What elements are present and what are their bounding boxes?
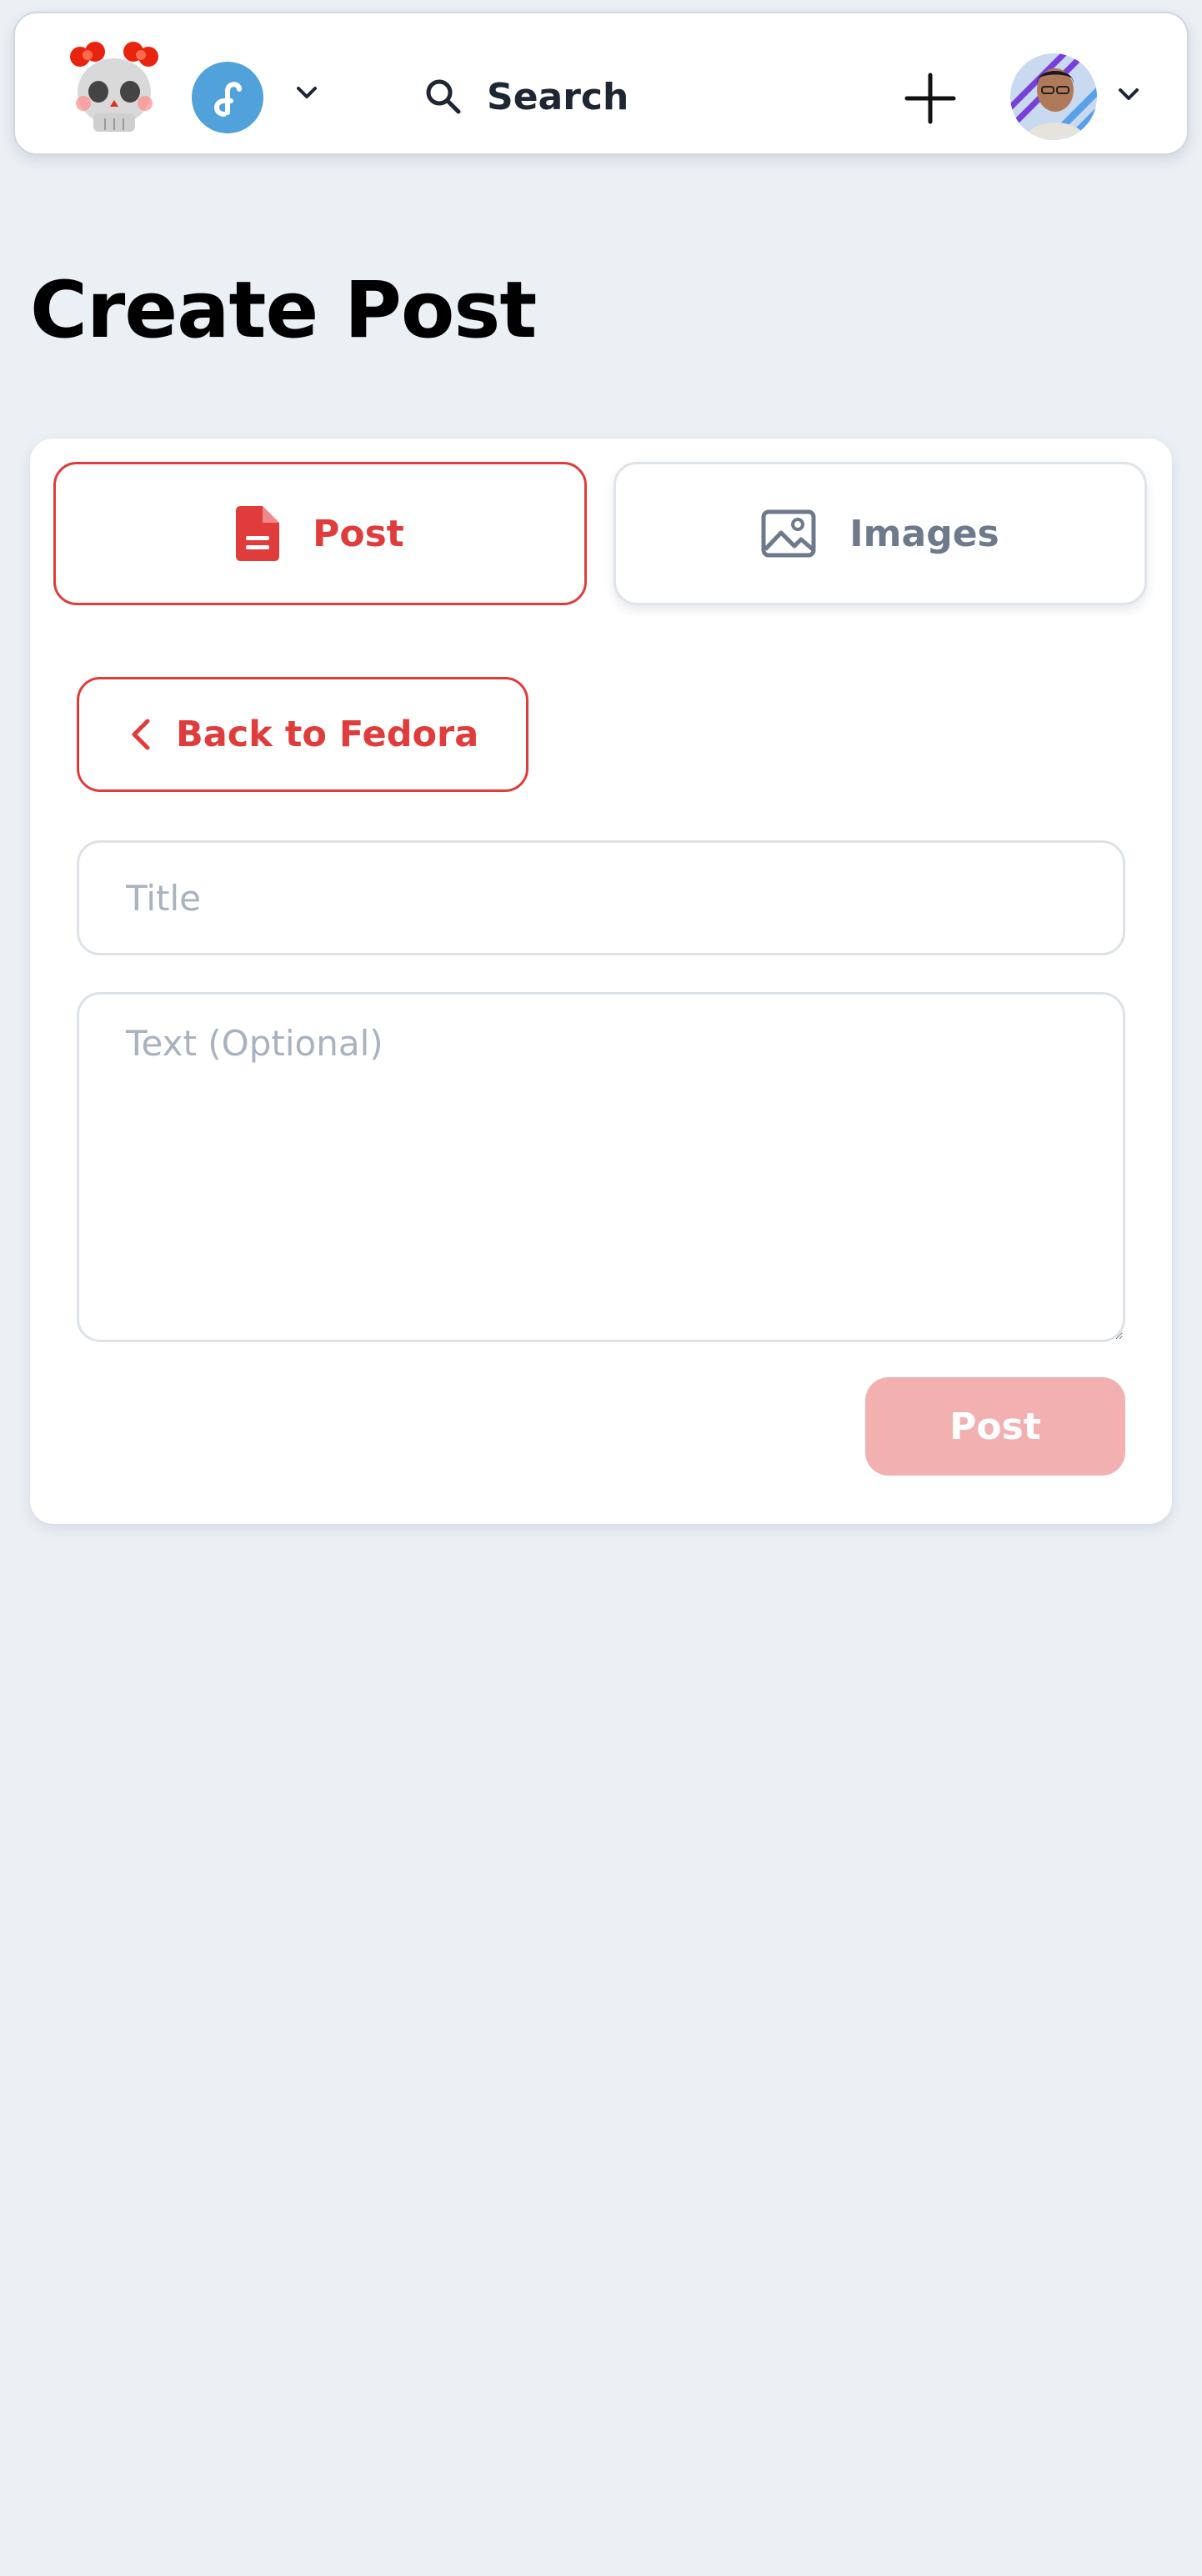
document-icon — [236, 506, 280, 561]
page-title: Create Post — [30, 265, 537, 356]
chevron-down-icon[interactable] — [295, 85, 318, 102]
chevron-down-icon[interactable] — [1117, 87, 1140, 103]
top-navigation-bar: Search — [13, 12, 1189, 155]
tab-post[interactable]: Post — [53, 462, 587, 605]
submit-post-button[interactable]: Post — [865, 1377, 1125, 1476]
back-button-label: Back to Fedora — [176, 714, 479, 755]
community-avatar-fedora[interactable] — [192, 62, 263, 133]
tab-images[interactable]: Images — [614, 462, 1147, 605]
tab-images-label: Images — [849, 512, 999, 555]
search-label: Search — [487, 75, 629, 118]
fedora-logo-icon — [214, 82, 242, 117]
user-photo-icon — [1010, 53, 1097, 140]
image-icon — [761, 509, 816, 558]
create-plus-icon[interactable] — [904, 72, 957, 125]
search-icon — [426, 79, 461, 114]
user-avatar[interactable] — [1010, 53, 1097, 140]
create-post-card: Post Images Back to Fedora Post — [30, 439, 1172, 1524]
search-button[interactable]: Search — [423, 63, 629, 130]
back-to-community-button[interactable]: Back to Fedora — [77, 677, 528, 792]
tab-post-label: Post — [313, 512, 404, 555]
chevron-left-icon — [132, 719, 150, 750]
title-input[interactable] — [77, 840, 1125, 955]
skull-logo-icon[interactable] — [62, 42, 167, 135]
text-body-input[interactable] — [77, 992, 1125, 1342]
